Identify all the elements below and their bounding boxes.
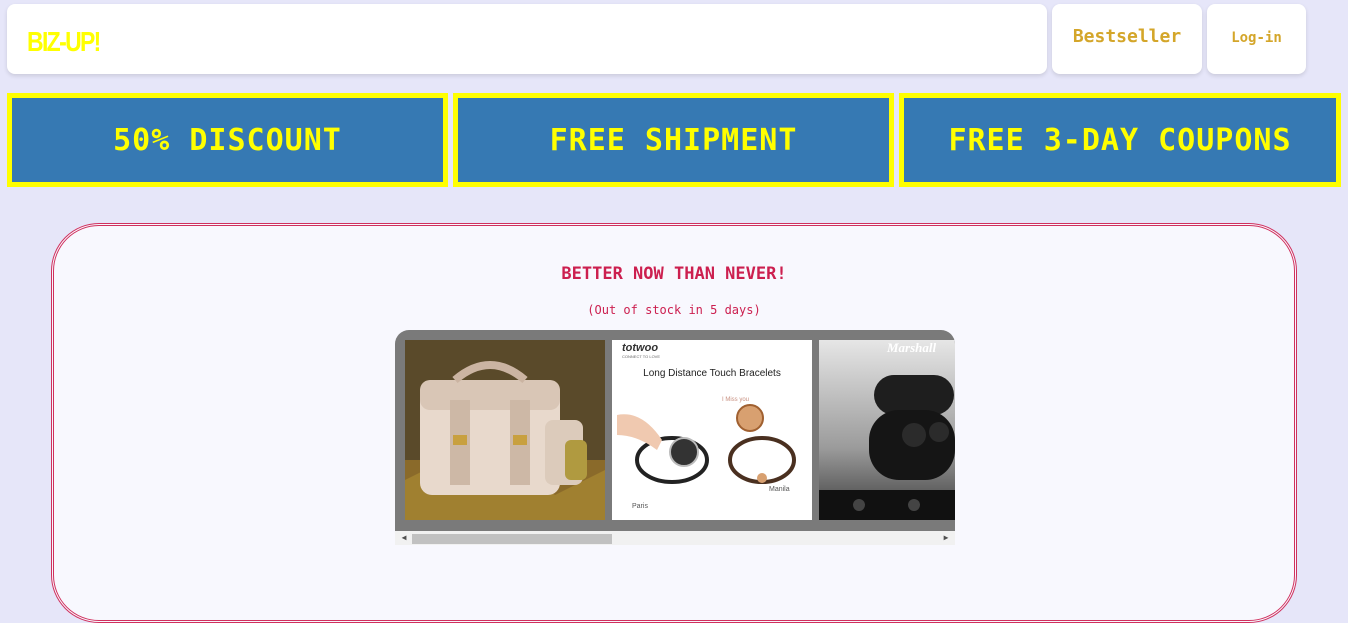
header-logo-box: BIZ-UP! bbox=[7, 4, 1047, 74]
banner-coupons-label: FREE 3-DAY COUPONS bbox=[904, 98, 1336, 182]
city-right: Manila bbox=[769, 486, 790, 493]
promo-section: BETTER NOW THAN NEVER! (Out of stock in … bbox=[51, 223, 1297, 623]
banner-free-shipment[interactable]: FREE SHIPMENT bbox=[453, 93, 894, 187]
product-bracelet-card[interactable]: totwoo CONNECT TO LOVE Long Distance Tou… bbox=[612, 340, 812, 520]
earbuds-illustration bbox=[819, 375, 955, 520]
site-logo[interactable]: BIZ-UP! bbox=[27, 26, 101, 58]
bag-illustration bbox=[405, 340, 605, 520]
login-button[interactable]: Log-in bbox=[1207, 4, 1306, 74]
scroll-left-arrow-icon[interactable]: ◀ bbox=[397, 533, 411, 542]
city-left: Paris bbox=[632, 503, 648, 510]
bestseller-button[interactable]: Bestseller bbox=[1052, 4, 1202, 74]
banner-discount[interactable]: 50% DISCOUNT bbox=[7, 93, 448, 187]
promo-subtitle: (Out of stock in 5 days) bbox=[587, 303, 761, 317]
gallery-scrollbar[interactable]: ◀ ▶ bbox=[395, 531, 955, 545]
scroll-right-arrow-icon[interactable]: ▶ bbox=[939, 533, 953, 542]
promo-title: BETTER NOW THAN NEVER! bbox=[561, 264, 787, 284]
banner-discount-label: 50% DISCOUNT bbox=[12, 98, 443, 182]
product-earbuds-card[interactable]: Marshall bbox=[819, 340, 955, 520]
login-label[interactable]: Log-in bbox=[1207, 30, 1306, 46]
product-bag-image[interactable] bbox=[405, 340, 605, 520]
banner-coupons[interactable]: FREE 3-DAY COUPONS bbox=[899, 93, 1341, 187]
product-gallery[interactable]: totwoo CONNECT TO LOVE Long Distance Tou… bbox=[395, 330, 955, 545]
scroll-thumb[interactable] bbox=[412, 534, 612, 544]
bracelets-illustration bbox=[617, 404, 796, 484]
banner-free-shipment-label: FREE SHIPMENT bbox=[458, 98, 889, 182]
bestseller-label[interactable]: Bestseller bbox=[1052, 26, 1202, 47]
